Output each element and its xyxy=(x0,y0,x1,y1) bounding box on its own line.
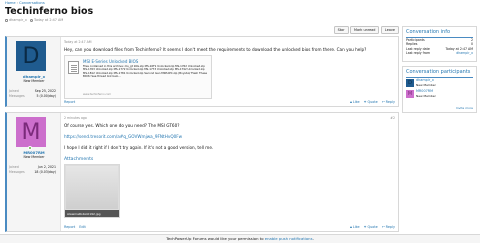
reply-icon: ↩ xyxy=(381,225,385,229)
breadcrumb: Home›Conversations xyxy=(5,1,45,5)
user-icon xyxy=(5,18,8,22)
unfurl-description: Files contained in this archive: ms_gt 1… xyxy=(83,64,208,79)
message-text: Hey, can you download files from Techinf… xyxy=(64,47,367,52)
message-footer: Report Like +Quote ↩Reply xyxy=(64,100,395,104)
meta-date: Today at 2:47 AM xyxy=(33,18,64,22)
avatar[interactable]: D xyxy=(406,79,414,87)
attachments-heading: Attachments xyxy=(64,157,94,162)
invite-more-link[interactable]: Invite more xyxy=(456,106,473,110)
participant-item[interactable]: M MR007RM New Member xyxy=(403,89,476,100)
participant-role: New Member xyxy=(416,82,436,87)
reply-button[interactable]: ↩Reply xyxy=(382,100,395,104)
page-title: Techinferno bios xyxy=(5,6,94,17)
participant-role: New Member xyxy=(416,93,436,98)
message-footer: Report Edit Like +Quote ↩Reply xyxy=(64,225,395,229)
like-icon xyxy=(349,226,352,228)
link-unfurl[interactable]: MSI E-Series Unlocked BIOS Files contain… xyxy=(64,55,212,99)
edit-link[interactable]: Edit xyxy=(79,225,86,229)
report-link[interactable]: Report xyxy=(64,100,75,104)
clock-icon xyxy=(29,18,33,22)
mark-unread-button[interactable]: Mark unread xyxy=(350,26,380,34)
reply-button[interactable]: ↩Reply xyxy=(382,225,395,229)
push-notification-banner: TechPowerUp Forums would like your permi… xyxy=(0,234,480,243)
participant-item[interactable]: D dhampir_x New Member xyxy=(403,78,476,89)
avatar[interactable]: M xyxy=(16,117,46,147)
enable-push-link[interactable]: enable push notifications xyxy=(265,236,313,241)
reply-icon: ↩ xyxy=(381,100,385,104)
attachment-image xyxy=(66,166,118,209)
report-link[interactable]: Report xyxy=(64,225,75,229)
user-messages: Messages 18 (0.03/day) xyxy=(9,170,56,174)
message-text-line: I hope I did it right if I don't try aga… xyxy=(64,145,214,150)
breadcrumb-conversations[interactable]: Conversations xyxy=(19,1,45,5)
message-link[interactable]: https://send.tresorit.com/a#q_GOVWmjwa_9… xyxy=(64,134,391,139)
quote-button[interactable]: +Quote xyxy=(364,225,378,229)
message-user-cell: M MR007RM New Member Joined Jun 2, 2021 M… xyxy=(7,113,61,231)
breadcrumb-separator: › xyxy=(16,1,19,5)
message-time[interactable]: 2 minutes ago xyxy=(64,116,87,120)
leave-button[interactable]: Leave xyxy=(380,26,399,34)
message-body: 2 minutes ago #2 Of course yes. Which on… xyxy=(64,113,395,231)
attachment-name: AlawmaRobio0192.jpg xyxy=(65,210,119,217)
user-title: New Member xyxy=(23,155,45,159)
like-button[interactable]: Like xyxy=(349,225,360,229)
conversation-participants-panel: Conversation participants D dhampir_x Ne… xyxy=(402,66,477,113)
message-post: D dhampir_x New Member Joined Sep 25, 202… xyxy=(5,36,399,107)
avatar[interactable]: M xyxy=(406,90,414,98)
message-text-line: Of course yes. Which one do you need? Th… xyxy=(64,123,180,128)
user-messages: Messages 5 (0.00/day) xyxy=(9,94,56,98)
message-body: Today at 2:47 AM Hey, can you download f… xyxy=(64,37,395,106)
like-button[interactable]: Like xyxy=(349,100,360,104)
attachment-thumbnail[interactable]: AlawmaRobio0192.jpg xyxy=(64,164,120,218)
conversation-actions: Star Mark unread Leave xyxy=(333,26,399,34)
unfurl-source: www.techinferno.com xyxy=(83,93,112,96)
message-post: M MR007RM New Member Joined Jun 2, 2021 M… xyxy=(5,112,399,232)
user-title: New Member xyxy=(23,79,45,83)
banner-suffix: . xyxy=(312,236,314,241)
conversation-meta: dhampir_x Today at 2:47 AM xyxy=(5,18,63,22)
message-time[interactable]: Today at 2:47 AM xyxy=(64,40,92,44)
message-number[interactable]: #2 xyxy=(390,116,395,120)
document-icon xyxy=(68,61,79,74)
message-user-cell: D dhampir_x New Member Joined Sep 25, 202… xyxy=(7,37,61,106)
info-row: Last reply from dhampir_x xyxy=(406,51,473,56)
user-joined: Joined Jun 2, 2021 xyxy=(9,165,56,169)
panel-title: Conversation participants xyxy=(406,69,471,75)
banner-text: TechPowerUp Forums would like your permi… xyxy=(166,236,264,241)
star-button[interactable]: Star xyxy=(333,26,349,34)
user-joined: Joined Sep 25, 2022 xyxy=(9,89,56,93)
like-icon xyxy=(349,101,352,103)
breadcrumb-home[interactable]: Home xyxy=(5,1,16,5)
conversation-info-panel: Conversation info Participants 2 Replies 0… xyxy=(402,26,477,62)
panel-title: Conversation info xyxy=(406,29,451,35)
quote-button[interactable]: +Quote xyxy=(364,100,378,104)
meta-author[interactable]: dhampir_x xyxy=(9,18,27,22)
avatar[interactable]: D xyxy=(16,41,46,71)
